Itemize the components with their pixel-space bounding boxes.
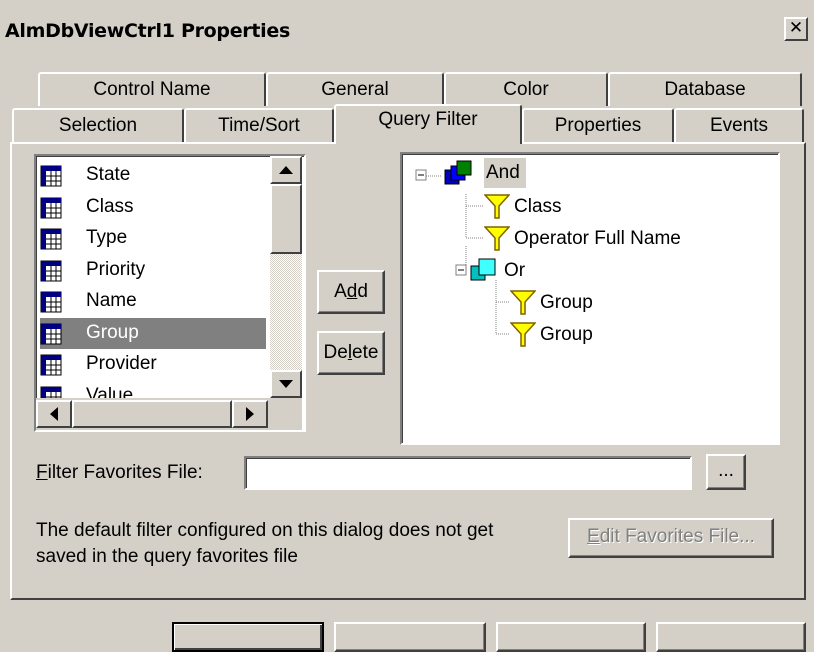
scroll-right-button[interactable] <box>232 400 268 428</box>
add-label: A <box>334 281 347 302</box>
tab-query-filter[interactable]: Query Filter <box>334 104 522 144</box>
favorites-note: The default filter configured on this di… <box>36 518 493 570</box>
horizontal-scrollbar[interactable] <box>36 398 270 430</box>
list-item-label: Type <box>86 227 128 248</box>
tab-label: Time/Sort <box>218 115 300 136</box>
scroll-thumb[interactable] <box>270 184 302 254</box>
list-item[interactable]: Priority <box>40 255 266 286</box>
list-item[interactable]: Type <box>40 223 266 254</box>
list-item[interactable]: Name <box>40 286 266 317</box>
edit-favorites-button[interactable]: Edit Favorites File... <box>568 518 774 558</box>
add-button[interactable]: Add <box>317 270 385 314</box>
filter-funnel-icon <box>484 194 510 219</box>
ok-button[interactable] <box>172 622 324 652</box>
tab-color[interactable]: Color <box>444 72 608 106</box>
arrow-up-icon <box>279 166 293 174</box>
scroll-up-button[interactable] <box>270 156 302 184</box>
browse-label: ... <box>718 460 734 481</box>
tab-database[interactable]: Database <box>608 72 802 106</box>
tree-node-label: Group <box>540 292 593 313</box>
favorites-note-line: The default filter configured on this di… <box>36 520 494 541</box>
tab-events[interactable]: Events <box>674 108 804 142</box>
favorites-file-label: Filter Favorites File: <box>36 460 203 486</box>
tab-general[interactable]: General <box>266 72 444 106</box>
window-title: AlmDbViewCtrl1 Properties <box>5 20 290 42</box>
favorites-file-input[interactable] <box>244 456 692 490</box>
logic-or-icon <box>470 258 496 281</box>
tab-selection[interactable]: Selection <box>12 108 184 142</box>
scroll-down-button[interactable] <box>270 370 302 398</box>
list-item-label: Group <box>86 321 139 343</box>
tab-label: Properties <box>554 115 642 136</box>
close-icon: ✕ <box>788 18 804 38</box>
arrow-right-icon <box>246 407 254 421</box>
delete-button[interactable]: Delete <box>317 331 385 375</box>
filter-funnel-icon <box>484 226 510 251</box>
tab-label: Control Name <box>93 79 211 100</box>
list-item[interactable]: Class <box>40 192 266 223</box>
list-item-label: Class <box>86 195 134 217</box>
arrow-down-icon <box>279 380 293 388</box>
scroll-left-button[interactable] <box>36 400 72 428</box>
browse-button[interactable]: ... <box>706 454 746 490</box>
apply-button[interactable] <box>496 622 646 652</box>
delete-label: De <box>323 342 348 363</box>
close-button[interactable]: ✕ <box>784 17 808 41</box>
edit-favorites-label: dit Favorites File... <box>599 526 755 547</box>
vertical-scrollbar[interactable] <box>270 156 302 398</box>
scroll-corner <box>270 398 302 430</box>
field-list[interactable]: State Class Type Priority Name Group Provider V… <box>34 154 306 432</box>
tab-label: Selection <box>58 115 138 136</box>
tab-label: Color <box>503 79 549 100</box>
logic-and-icon <box>444 160 472 185</box>
tree-node-label: Or <box>504 260 526 281</box>
list-item-label: Priority <box>86 258 146 280</box>
list-item-label: State <box>86 164 131 185</box>
filter-funnel-icon <box>510 290 536 315</box>
list-item[interactable]: State <box>40 160 266 191</box>
favorites-note-line: saved in the query favorites file <box>36 546 298 567</box>
tree-node-label: And <box>484 158 526 188</box>
delete-label-rest: ete <box>352 342 379 363</box>
arrow-left-icon <box>50 407 58 421</box>
help-button[interactable] <box>656 622 806 652</box>
list-item-label: Name <box>86 290 137 311</box>
edit-favorites-accel: E <box>587 526 600 547</box>
tab-properties[interactable]: Properties <box>522 108 674 142</box>
cancel-button[interactable] <box>334 622 486 652</box>
tree-node-label: Group <box>540 324 593 345</box>
tab-label: General <box>321 79 389 100</box>
list-item[interactable]: Group <box>40 317 266 349</box>
title-bar: AlmDbViewCtrl1 Properties ✕ <box>0 0 814 54</box>
favorites-label-accel: F <box>36 462 48 483</box>
tab-label: Query Filter <box>378 109 478 130</box>
tree-node-label: Operator Full Name <box>514 228 681 249</box>
filter-tree[interactable]: And Class Operator Full Name Or Group Gr… <box>400 152 780 445</box>
tab-label: Events <box>709 115 769 136</box>
tree-node-label: Class <box>514 196 562 217</box>
scroll-h-thumb[interactable] <box>72 400 232 428</box>
tab-time-sort[interactable]: Time/Sort <box>184 108 334 142</box>
list-item-label: Provider <box>86 353 157 374</box>
add-label-rest: d <box>357 281 368 302</box>
tab-control-name[interactable]: Control Name <box>38 72 266 106</box>
add-label-accel: d <box>346 281 358 302</box>
favorites-label-text: ilter Favorites File: <box>47 462 203 483</box>
list-item[interactable]: Provider <box>40 349 266 380</box>
tab-label: Database <box>664 79 746 100</box>
filter-funnel-icon <box>510 322 536 347</box>
